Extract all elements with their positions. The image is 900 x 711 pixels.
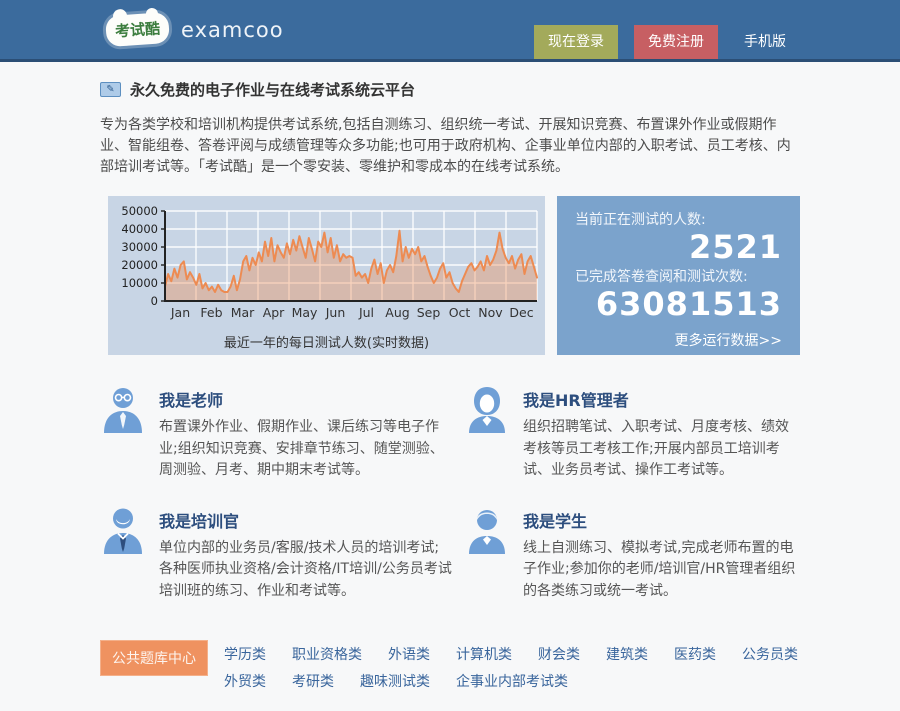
more-stats-link[interactable]: 更多运行数据>> [575, 330, 782, 350]
y-tick-label: 50000 [121, 204, 158, 218]
x-tick-label: Sep [417, 305, 441, 320]
x-tick-label: Dec [509, 305, 533, 320]
qbank-category-link-8[interactable]: 外贸类 [224, 671, 266, 691]
role-description-hr: 组织招聘笔试、入职考试、月度考核、绩效考核等员工考核工作;开展内部员工培训考试、… [523, 419, 789, 478]
daily-users-chart: 0 10000 20000 30000 40000 50000 Jan Feb Mar Apr Ma… [108, 196, 545, 355]
qbank-category-link-3[interactable]: 计算机类 [456, 644, 512, 664]
y-tick-label: 40000 [121, 222, 158, 236]
qbank-category-link-2[interactable]: 外语类 [388, 644, 430, 664]
role-card-hr: 我是HR管理者组织招聘笔试、入职考试、月度考核、绩效考核等员工考核工作;开展内部… [464, 385, 800, 482]
public-question-bank-button[interactable]: 公共题库中心 [100, 640, 208, 676]
qbank-category-link-11[interactable]: 企事业内部考试类 [456, 671, 568, 691]
trainer-icon [100, 506, 146, 603]
stats-row: 0 10000 20000 30000 40000 50000 Jan Feb Mar Apr Ma… [100, 196, 800, 355]
x-tick-label: Nov [478, 305, 503, 320]
role-title-trainer: 我是培训官 [159, 511, 240, 531]
pencil-edit-icon: ✎ [100, 82, 121, 97]
hr-icon [464, 385, 510, 482]
role-description-trainer: 单位内部的业务员/客服/技术人员的培训考试;各种医师执业资格/会计资格/IT培训… [159, 539, 452, 599]
current-testers-label: 当前正在测试的人数: [575, 212, 706, 228]
question-bank-categories: 学历类 职业资格类 外语类 计算机类 财会类 建筑类 医药类 公务员类外贸类 考研类 趣味测试类 企… [224, 640, 800, 691]
completed-tests-value: 63081513 [595, 284, 782, 323]
x-tick-label: Aug [385, 305, 409, 320]
qbank-category-link-1[interactable]: 职业资格类 [292, 644, 362, 664]
qbank-category-link-9[interactable]: 考研类 [292, 671, 334, 691]
y-tick-label: 30000 [121, 240, 158, 254]
role-card-teacher: 我是老师布置课外作业、假期作业、课后练习等电子作业;组织知识竞赛、安排章节练习、… [100, 385, 452, 482]
role-description-student: 线上自测练习、模拟考试,完成老师布置的电子作业;参加你的老师/培训官/HR管理者… [523, 539, 796, 599]
stats-panel: 当前正在测试的人数: 2521 已完成答卷查阅和测试次数: 63081513 更… [557, 196, 800, 355]
role-title-student: 我是学生 [523, 511, 588, 531]
role-card-student: 我是学生线上自测练习、模拟考试,完成老师布置的电子作业;参加你的老师/培训官/H… [464, 506, 800, 603]
header: 考试酷 examcoo 现在登录 免费注册 手机版 [0, 0, 900, 62]
x-tick-label: Oct [449, 305, 471, 320]
logo[interactable]: 考试酷 examcoo [100, 11, 284, 48]
area-chart-svg: 0 10000 20000 30000 40000 50000 Jan Feb Mar Apr Ma… [121, 204, 538, 320]
register-button[interactable]: 免费注册 [634, 25, 718, 59]
intro-paragraph: 专为各类学校和培训机构提供考试系统,包括自测练习、组织统一考试、开展知识竞赛、布… [100, 117, 791, 175]
role-title-teacher: 我是老师 [159, 391, 224, 410]
chart-caption: 最近一年的每日测试人数(实时数据) [223, 336, 430, 351]
logo-text: examcoo [181, 17, 284, 42]
main-content: ✎ 永久免费的电子作业与在线考试系统云平台 专为各类学校和培训机构提供考试系统,… [100, 79, 800, 711]
x-tick-label: Mar [231, 305, 255, 320]
role-card-trainer: 我是培训官单位内部的业务员/客服/技术人员的培训考试;各种医师执业资格/会计资格… [100, 506, 452, 603]
roles-section: 我是老师布置课外作业、假期作业、课后练习等电子作业;组织知识竞赛、安排章节练习、… [100, 385, 800, 602]
login-button[interactable]: 现在登录 [534, 25, 618, 59]
x-tick-label: Feb [200, 305, 222, 320]
teacher-icon [100, 385, 146, 482]
qbank-category-link-10[interactable]: 趣味测试类 [360, 671, 430, 691]
x-tick-label: Jan [170, 305, 190, 320]
y-tick-label: 0 [151, 294, 158, 308]
qbank-category-link-6[interactable]: 医药类 [674, 644, 716, 664]
y-tick-label: 20000 [121, 258, 158, 272]
question-bank-row: 公共题库中心 学历类 职业资格类 外语类 计算机类 财会类 建筑类 医药类 公务员类外贸类 考研… [100, 640, 800, 711]
x-tick-label: Jul [358, 305, 374, 320]
logo-cloud-icon: 考试酷 [104, 11, 171, 48]
x-tick-label: Apr [263, 305, 285, 320]
mobile-version-link[interactable]: 手机版 [730, 25, 800, 59]
page-title: 永久免费的电子作业与在线考试系统云平台 [130, 81, 416, 99]
student-icon [464, 506, 510, 603]
completed-tests-label: 已完成答卷查阅和测试次数: [575, 268, 748, 285]
y-tick-label: 10000 [121, 276, 158, 290]
qbank-category-link-4[interactable]: 财会类 [538, 644, 580, 664]
title-row: ✎ 永久免费的电子作业与在线考试系统云平台 [100, 79, 800, 100]
x-tick-label: Jun [325, 305, 346, 320]
top-navigation: 现在登录 免费注册 手机版 [534, 0, 800, 59]
qbank-category-link-0[interactable]: 学历类 [224, 644, 266, 664]
role-description-teacher: 布置课外作业、假期作业、课后练习等电子作业;组织知识竞赛、安排章节练习、随堂测验… [159, 419, 444, 478]
qbank-category-link-7[interactable]: 公务员类 [742, 644, 798, 664]
role-title-hr: 我是HR管理者 [523, 391, 629, 410]
current-testers-value: 2521 [688, 228, 782, 266]
qbank-category-link-5[interactable]: 建筑类 [606, 644, 648, 664]
x-tick-label: May [292, 305, 318, 320]
